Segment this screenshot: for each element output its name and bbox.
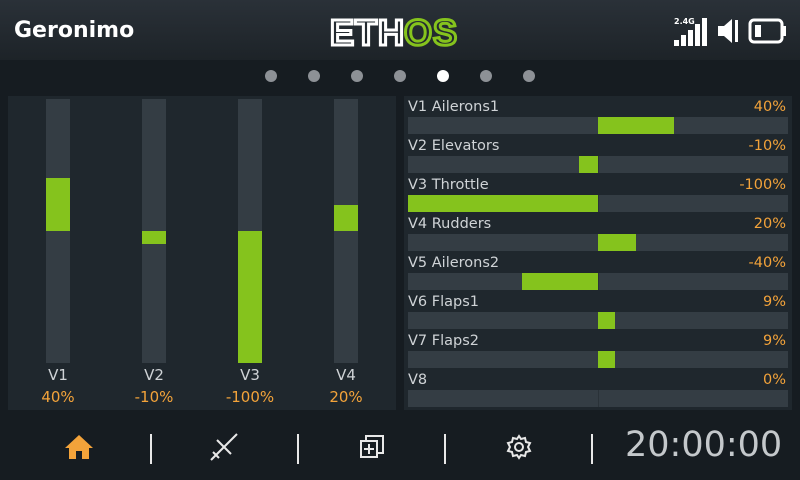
channel-row: V1 Ailerons1 40% bbox=[404, 96, 792, 135]
channel-fill bbox=[522, 273, 598, 290]
channel-row: V4 Rudders 20% bbox=[404, 213, 792, 252]
center-line bbox=[598, 195, 599, 212]
channel-fill bbox=[598, 234, 636, 251]
channel-label: V7 Flaps2 bbox=[408, 333, 479, 349]
separator bbox=[444, 434, 446, 464]
vertical-bar-v4: V4 20% bbox=[316, 96, 376, 410]
channel-row: V5 Ailerons2 -40% bbox=[404, 252, 792, 291]
page-dot[interactable] bbox=[437, 70, 449, 82]
model-button[interactable] bbox=[202, 429, 246, 465]
channel-row: V8 0% bbox=[404, 369, 792, 408]
svg-text:ETH: ETH bbox=[330, 12, 405, 52]
svg-text:OS: OS bbox=[404, 12, 458, 52]
vertical-bar-v3: V3 -100% bbox=[220, 96, 280, 410]
center-line bbox=[598, 156, 599, 173]
bar-fill bbox=[238, 231, 262, 363]
page-dot[interactable] bbox=[523, 70, 535, 82]
page-indicator[interactable] bbox=[0, 70, 800, 84]
settings-button[interactable] bbox=[497, 429, 541, 465]
vertical-bar-v2: V2 -10% bbox=[124, 96, 184, 410]
center-line bbox=[598, 273, 599, 290]
channel-track bbox=[408, 312, 788, 329]
channel-row: V6 Flaps1 9% bbox=[404, 291, 792, 330]
battery-icon bbox=[748, 18, 786, 44]
channel-value: -100% bbox=[739, 177, 786, 193]
channel-value: -10% bbox=[748, 138, 786, 154]
bar-track bbox=[334, 99, 358, 363]
center-line bbox=[598, 390, 599, 407]
bar-value: -100% bbox=[225, 388, 275, 406]
channel-label: V6 Flaps1 bbox=[408, 294, 479, 310]
page-dot[interactable] bbox=[480, 70, 492, 82]
speaker-icon[interactable] bbox=[716, 16, 742, 46]
settings-icon bbox=[506, 434, 532, 460]
channel-track bbox=[408, 195, 788, 212]
channel-value: 40% bbox=[753, 99, 786, 115]
bar-label: V2 bbox=[144, 366, 164, 384]
vertical-bar-v1: V1 40% bbox=[28, 96, 88, 410]
bar-fill bbox=[142, 231, 166, 245]
bottom-bar: 20:00:00 bbox=[0, 415, 800, 480]
bar-fill bbox=[46, 178, 70, 231]
channel-track bbox=[408, 273, 788, 290]
channel-row: V3 Throttle -100% bbox=[404, 174, 792, 213]
bar-value: -10% bbox=[134, 388, 174, 406]
channel-label: V4 Rudders bbox=[408, 216, 492, 232]
channel-fill bbox=[598, 312, 616, 329]
system-button[interactable] bbox=[350, 429, 394, 465]
page-dot[interactable] bbox=[394, 70, 406, 82]
bar-value: 20% bbox=[329, 388, 363, 406]
top-bar: Geronimo ETH OS 2.4G bbox=[0, 0, 800, 60]
page-dot[interactable] bbox=[308, 70, 320, 82]
channel-label: V2 Elevators bbox=[408, 138, 500, 154]
separator bbox=[297, 434, 299, 464]
channel-fill bbox=[598, 351, 616, 368]
channel-row: V7 Flaps2 9% bbox=[404, 330, 792, 369]
channel-value: -40% bbox=[748, 255, 786, 271]
channel-track bbox=[408, 390, 788, 407]
channel-value: 9% bbox=[762, 294, 786, 310]
timer-clock[interactable]: 20:00:00 bbox=[625, 425, 782, 465]
home-icon bbox=[65, 435, 93, 459]
home-button[interactable] bbox=[57, 429, 101, 465]
signal-strength-icon: 2.4G bbox=[674, 17, 707, 46]
bar-label: V3 bbox=[240, 366, 260, 384]
page-dot[interactable] bbox=[265, 70, 277, 82]
bar-label: V4 bbox=[336, 366, 356, 384]
channel-label: V5 Ailerons2 bbox=[408, 255, 500, 271]
channel-value: 9% bbox=[762, 333, 786, 349]
channel-track bbox=[408, 117, 788, 134]
bar-label: V1 bbox=[48, 366, 68, 384]
channel-value: 20% bbox=[753, 216, 786, 232]
horizontal-bars-panel: V1 Ailerons1 40% V2 Elevators -10% V3 Thrott… bbox=[404, 96, 792, 410]
vertical-bars-panel: V1 40% V2 -10% V3 -100% V4 20% bbox=[8, 96, 396, 410]
ethos-logo: ETH OS bbox=[330, 11, 459, 53]
page-dot[interactable] bbox=[351, 70, 363, 82]
channel-label: V8 bbox=[408, 372, 428, 388]
model-icon bbox=[210, 433, 238, 461]
bar-value: 40% bbox=[41, 388, 75, 406]
system-icon bbox=[360, 435, 384, 458]
channel-track bbox=[408, 156, 788, 173]
channel-track bbox=[408, 234, 788, 251]
bar-track bbox=[46, 99, 70, 363]
channel-fill bbox=[408, 195, 598, 212]
separator bbox=[591, 434, 593, 464]
channel-value: 0% bbox=[762, 372, 786, 388]
status-icons: 2.4G bbox=[674, 16, 788, 46]
model-name: Geronimo bbox=[14, 18, 135, 43]
bar-fill bbox=[334, 204, 358, 231]
channel-label: V1 Ailerons1 bbox=[408, 99, 500, 115]
channel-row: V2 Elevators -10% bbox=[404, 135, 792, 174]
channel-fill bbox=[598, 117, 674, 134]
band-label: 2.4G bbox=[674, 17, 695, 26]
channel-track bbox=[408, 351, 788, 368]
channel-label: V3 Throttle bbox=[408, 177, 489, 193]
channel-fill bbox=[579, 156, 598, 173]
separator bbox=[150, 434, 152, 464]
